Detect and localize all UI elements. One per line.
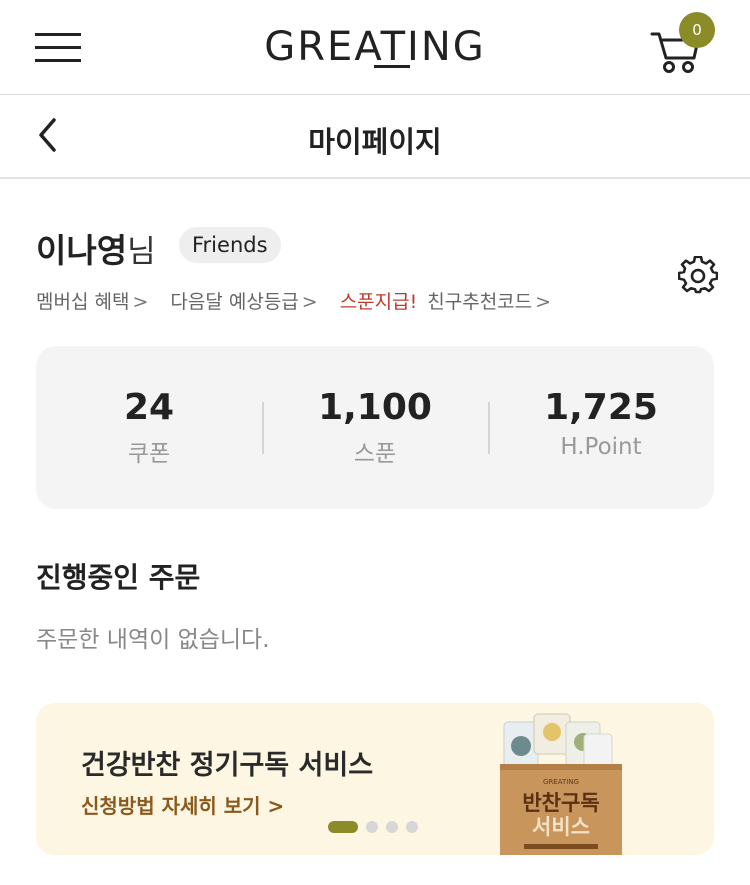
- top-bar: GREATING 0: [0, 0, 750, 95]
- coupon-stat[interactable]: 24 쿠폰: [36, 384, 262, 468]
- cart-count-badge: 0: [679, 12, 715, 48]
- menu-icon[interactable]: [35, 33, 81, 63]
- carousel-dot[interactable]: [366, 821, 378, 833]
- chevron-right-icon: >: [301, 291, 318, 313]
- next-month-grade-link[interactable]: 다음달 예상등급 >: [170, 291, 317, 313]
- product-text-bottom: 서비스: [532, 815, 590, 839]
- hpoint-stat[interactable]: 1,725 H.Point: [488, 384, 714, 460]
- spoon-label: 스푼: [353, 441, 397, 467]
- user-name: 이나영님: [36, 224, 156, 272]
- gear-icon[interactable]: [677, 255, 719, 296]
- user-name-suffix: 님: [127, 234, 156, 270]
- title-bar: 마이페이지: [0, 95, 750, 179]
- banner-link[interactable]: 신청방법 자세히 보기 >: [81, 790, 284, 819]
- referral-code-link[interactable]: 스푼지급! 친구추천코드 >: [340, 291, 551, 313]
- carousel-dot-active[interactable]: [328, 821, 358, 833]
- banner-title: 건강반찬 정기구독 서비스: [81, 750, 374, 781]
- spoon-count: 1,100: [318, 387, 432, 428]
- hpoint-label: H.Point: [560, 434, 642, 460]
- subscription-banner[interactable]: 건강반찬 정기구독 서비스 신청방법 자세히 보기 > GREATING 반찬구…: [36, 703, 714, 855]
- spoon-reward-highlight: 스푼지급!: [339, 291, 418, 313]
- page-title: 마이페이지: [308, 125, 442, 159]
- spoon-stat[interactable]: 1,100 스푼: [262, 384, 488, 468]
- stats-panel: 24 쿠폰 1,100 스푼 1,725 H.Point: [36, 346, 714, 509]
- profile-links: 멤버십 혜택 > 다음달 예상등급 > 스푼지급! 친구추천코드 >: [36, 287, 573, 315]
- orders-section-title: 진행중인 주문: [36, 561, 201, 594]
- coupon-label: 쿠폰: [127, 441, 171, 467]
- carousel-dots: [328, 821, 426, 833]
- product-text-top: 반찬구독: [522, 791, 599, 815]
- product-bag-image: GREATING 반찬구독 서비스: [496, 708, 626, 855]
- user-name-text: 이나영: [36, 231, 128, 270]
- membership-grade-badge: Friends: [179, 227, 281, 263]
- coupon-count: 24: [123, 387, 175, 428]
- logo[interactable]: GREATING: [258, 22, 492, 72]
- orders-empty-message: 주문한 내역이 없습니다.: [36, 627, 270, 653]
- carousel-dot[interactable]: [406, 821, 418, 833]
- chevron-right-icon: >: [535, 291, 552, 313]
- carousel-dot[interactable]: [386, 821, 398, 833]
- chevron-right-icon: >: [132, 291, 149, 313]
- product-brand: GREATING: [543, 778, 579, 786]
- hpoint-count: 1,725: [544, 387, 658, 428]
- membership-benefits-link[interactable]: 멤버십 혜택 >: [36, 291, 148, 313]
